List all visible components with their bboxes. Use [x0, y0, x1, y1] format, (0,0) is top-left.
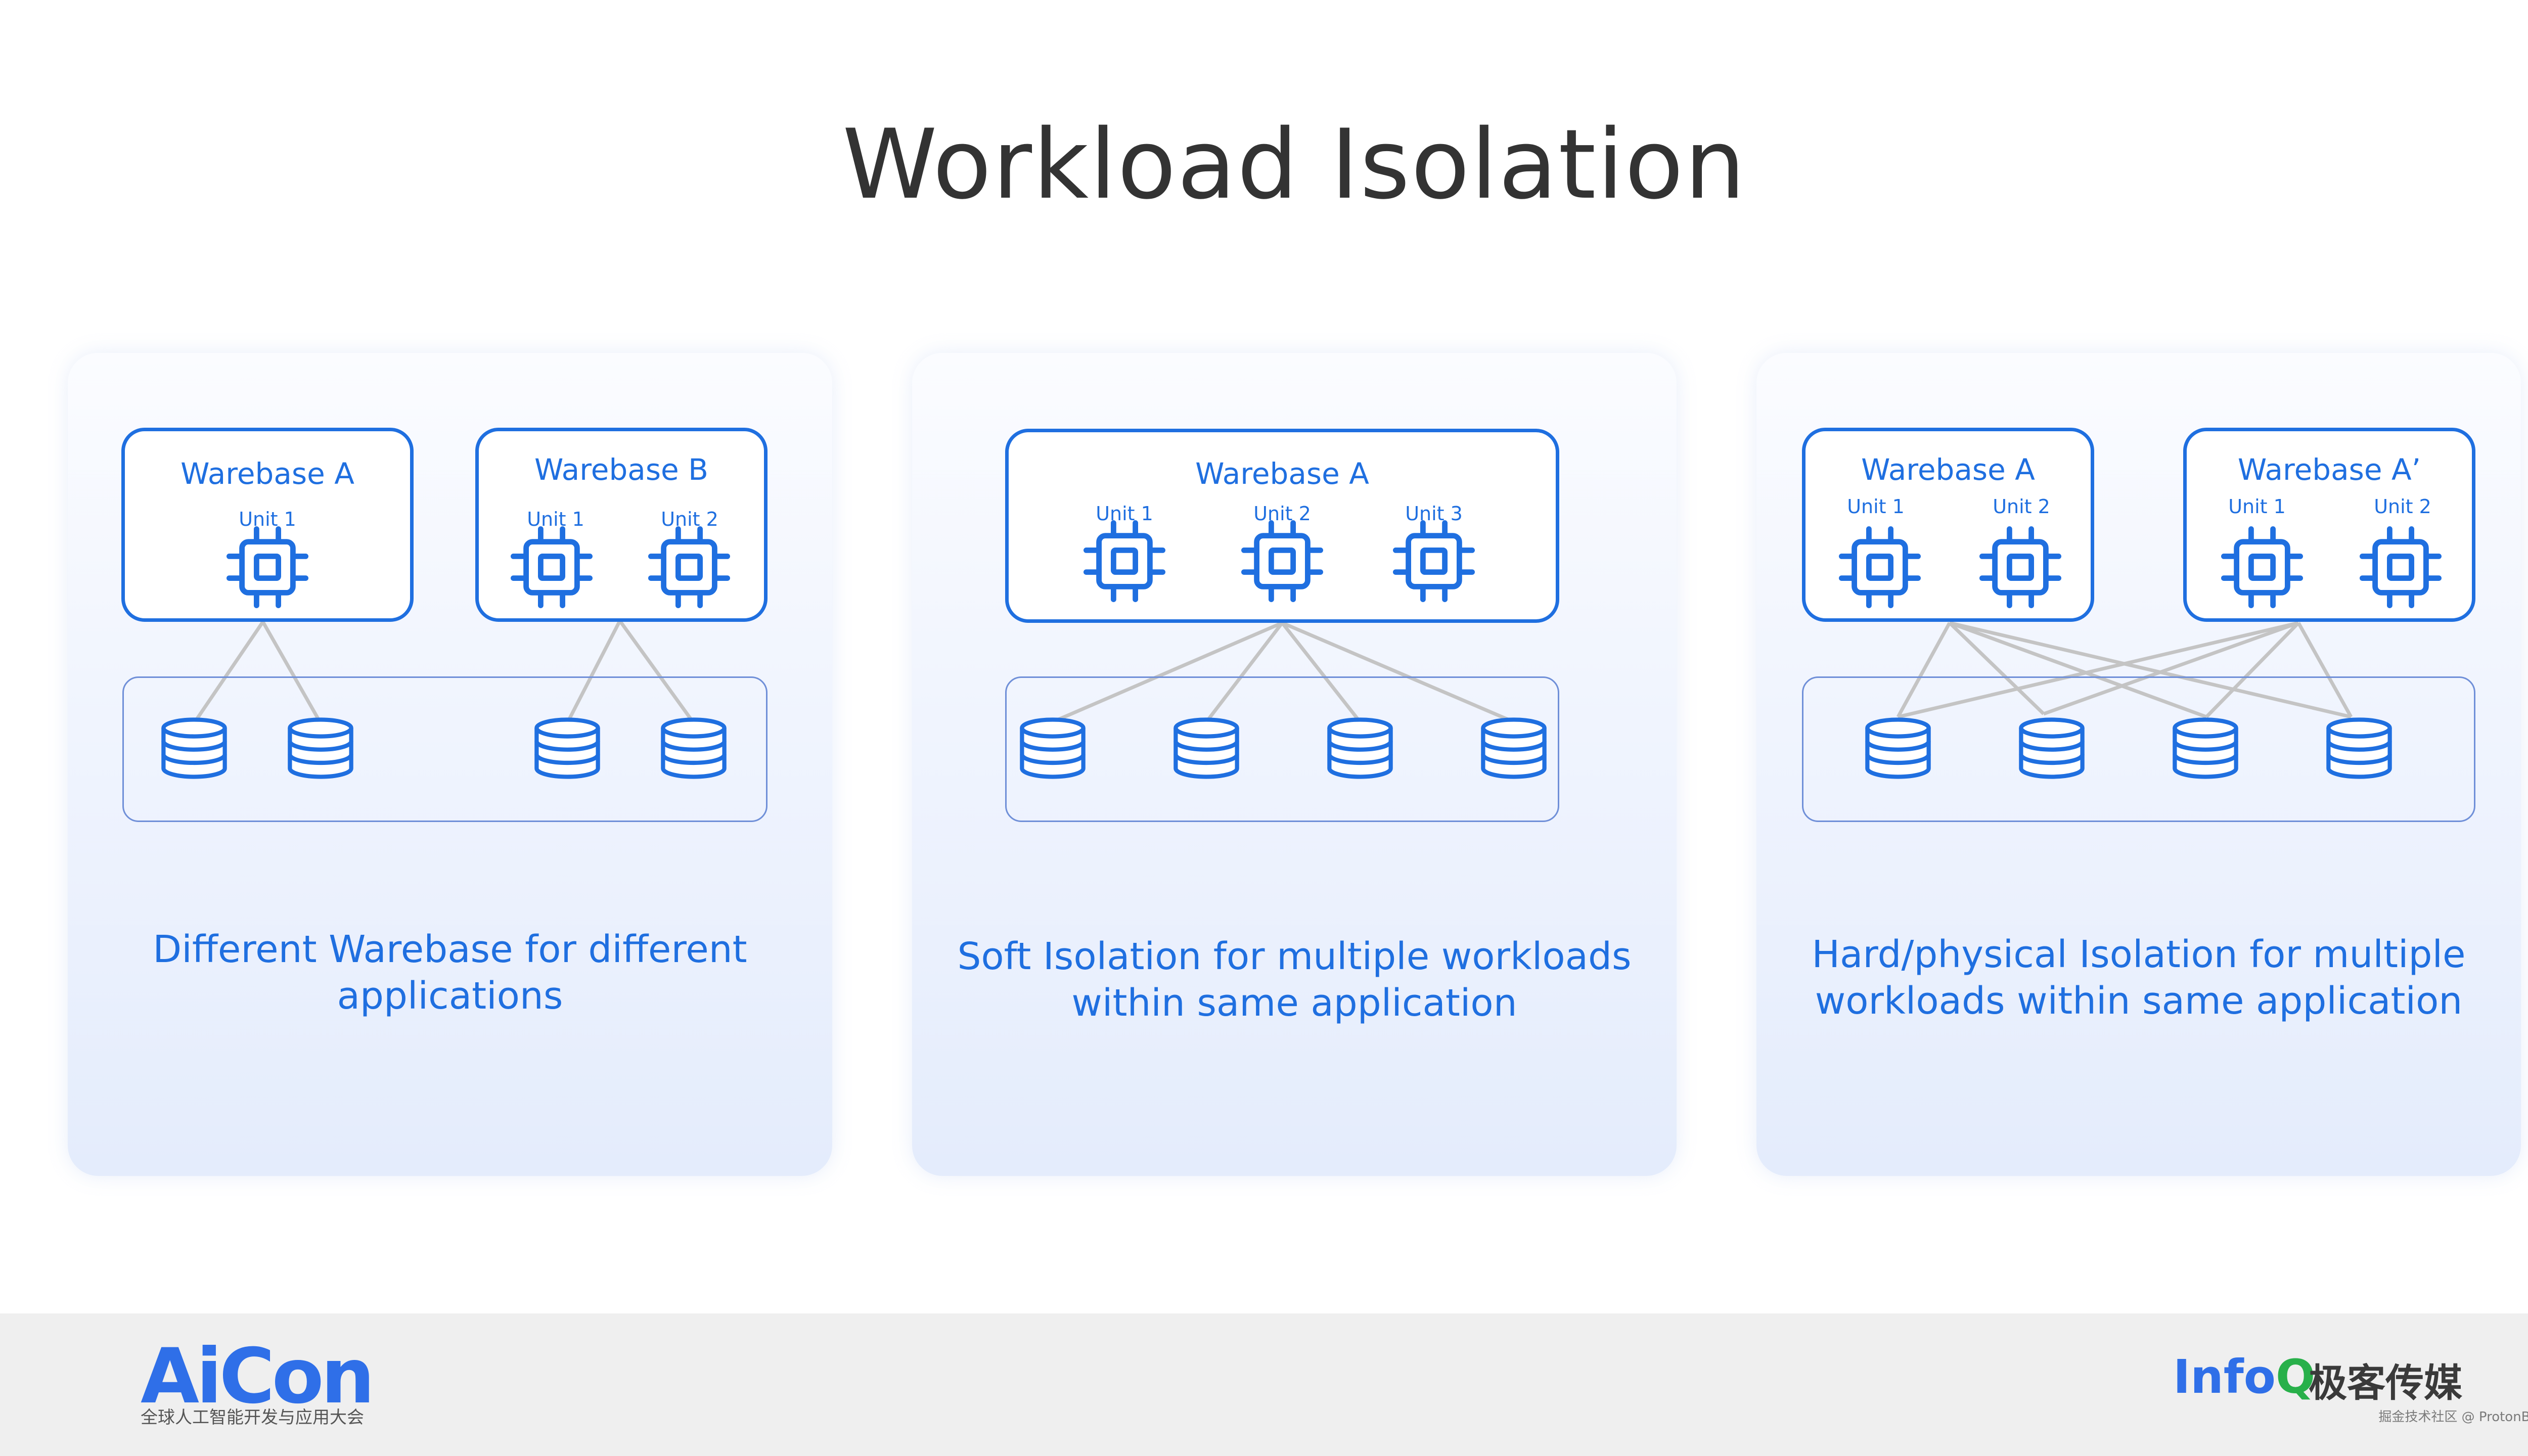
cpu-chip-icon — [222, 522, 313, 613]
caption-line: Hard/physical Isolation for multiple — [1812, 933, 2466, 976]
database-icon — [285, 717, 356, 780]
storage-layer — [1005, 676, 1559, 822]
watermark: 掘金技术社区 @ ProtonBase — [2378, 1409, 2528, 1425]
cpu-chip-icon — [2355, 522, 2446, 613]
infoq-logo: InfoQ — [2173, 1350, 2315, 1404]
caption-line: Different Warebase for different — [153, 928, 747, 971]
cpu-chip-icon — [506, 522, 597, 613]
cpu-chip-icon — [1079, 516, 1170, 607]
infoq-cn-logo: 极客传媒 — [2309, 1360, 2462, 1405]
cpu-chip-icon — [1237, 516, 1328, 607]
database-icon — [1171, 717, 1242, 780]
cpu-chip-icon — [1975, 522, 2066, 613]
unit-label: Unit 1 — [2228, 495, 2286, 518]
warebase-title: Warebase A — [180, 457, 354, 491]
footer-bar — [0, 1313, 2528, 1456]
caption-line: applications — [337, 974, 563, 1018]
unit-label: Unit 2 — [2374, 495, 2431, 518]
database-icon — [658, 717, 729, 780]
warebase-title: Warebase A — [1195, 457, 1369, 491]
panel-caption: Hard/physical Isolation for multiple wor… — [1756, 931, 2521, 1024]
database-icon — [2016, 717, 2087, 780]
unit-label: Unit 1 — [1847, 495, 1905, 518]
caption-line: workloads within same application — [1815, 979, 2463, 1023]
database-icon — [1478, 717, 1549, 780]
database-icon — [532, 717, 603, 780]
cpu-chip-icon — [1834, 522, 1925, 613]
warebase-title: Warebase A — [1861, 452, 2035, 487]
warebase-title: Warebase B — [534, 452, 708, 487]
cpu-chip-icon — [1388, 516, 1479, 607]
unit-label: Unit 2 — [1993, 495, 2050, 518]
database-icon — [2170, 717, 2241, 780]
panel-caption: Different Warebase for different applica… — [68, 926, 832, 1019]
cpu-chip-icon — [2217, 522, 2308, 613]
database-icon — [159, 717, 230, 780]
warebase-title: Warebase A’ — [2237, 452, 2421, 487]
database-icon — [1325, 717, 1395, 780]
database-icon — [2324, 717, 2395, 780]
caption-line: within same application — [1071, 981, 1517, 1025]
database-icon — [1863, 717, 1933, 780]
page-title: Workload Isolation — [842, 109, 1747, 220]
cpu-chip-icon — [644, 522, 735, 613]
aicon-tagline: 全球人工智能开发与应用大会 — [141, 1407, 364, 1428]
panel-caption: Soft Isolation for multiple workloads wi… — [912, 933, 1677, 1026]
infoq-logo-main: Info — [2173, 1350, 2276, 1404]
database-icon — [1017, 717, 1088, 780]
caption-line: Soft Isolation for multiple workloads — [957, 935, 1632, 978]
